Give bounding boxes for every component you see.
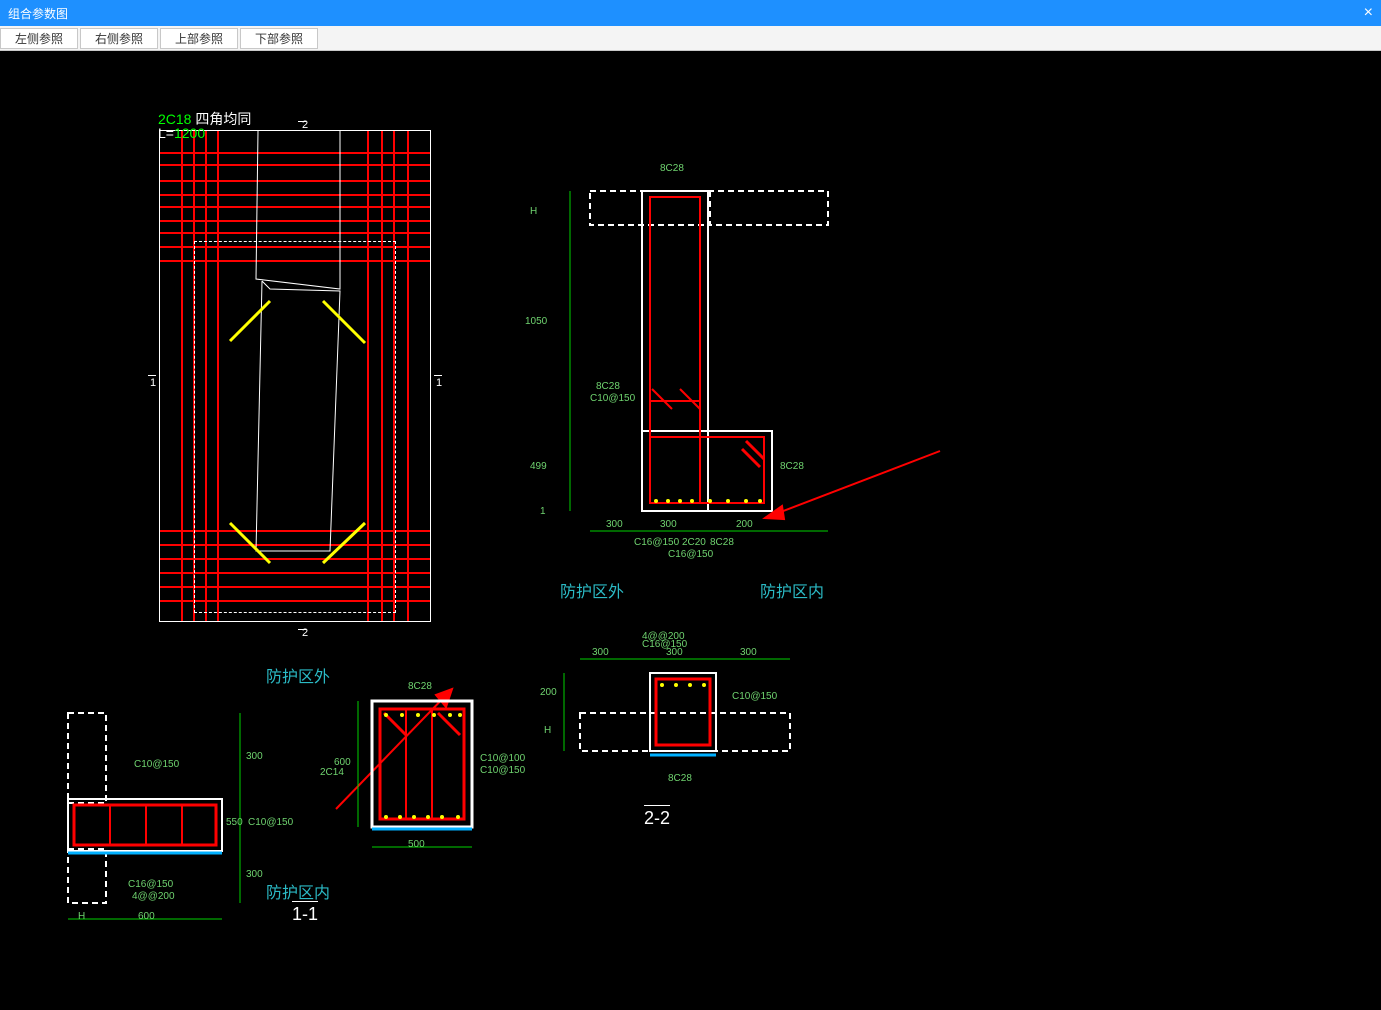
s1a-dim-600: 600 [138,911,155,922]
s22-bar-top2: C16@150 [642,639,687,650]
toolbar: 左侧参照 右侧参照 上部参照 下部参照 [0,26,1381,51]
bottom-ref-button[interactable]: 下部参照 [240,28,318,49]
s2-dim-1: 1 [540,506,546,517]
s1b-dim-500: 500 [408,839,425,850]
plan-cut-2-top: 2 [302,119,308,131]
s2-bar-r: 8C28 [780,461,804,472]
s2-bar-bot2: 8C28 [710,537,734,548]
section-1-label: 1-1 [292,901,318,925]
left-ref-button[interactable]: 左侧参照 [0,28,78,49]
s22-dim-200: 200 [540,687,557,698]
s2-bar-l1: 8C28 [596,381,620,392]
s2-dim-H: H [530,206,537,217]
s22-dim-300l: 300 [592,647,609,658]
s1a-dim-300b: 300 [246,869,263,880]
s1b-bar-top: 8C28 [408,681,432,692]
drawing-canvas: 2C18 四角均同 L=1200 2 2 1 1 [0,51,1381,1010]
s22-bar-bot: 8C28 [668,773,692,784]
close-icon[interactable]: × [1364,4,1373,22]
s1a-bar-bot2: 4@@200 [132,891,175,902]
s1a-dim-550: 550 [226,817,243,828]
s2-bar-top: 8C28 [660,163,684,174]
s1a-bar-top: C10@150 [134,759,179,770]
top-ref-button[interactable]: 上部参照 [160,28,238,49]
s2-dim-300l: 300 [606,519,623,530]
right-ref-button[interactable]: 右侧参照 [80,28,158,49]
plan-cut-1-left: 1 [150,377,156,389]
s2-bar-l2: C10@150 [590,393,635,404]
s1a-dim-H: H [78,911,85,922]
s22-dim-300r: 300 [740,647,757,658]
s1b-bar-r1: C10@100 [480,753,525,764]
label-inside-2: 防护区内 [760,578,824,602]
s1b-bar-side: 2C14 [320,767,344,778]
plan-len-prefix: L= [158,125,174,141]
s2-bar-bottom: C16@150 [668,549,713,560]
label-outside-2: 防护区外 [560,578,624,602]
s2-dim-499: 499 [530,461,547,472]
s2-dim-300c: 300 [660,519,677,530]
s1a-bar-mid: C10@150 [248,817,293,828]
s22-bar-r: C10@150 [732,691,777,702]
s2-bar-bot1: C16@150 2C20 [634,537,706,548]
label-outside-1: 防护区外 [266,663,330,687]
plan-view [160,131,430,621]
plan-len-val: 1200 [174,125,205,141]
s2-dim-1050: 1050 [525,316,547,327]
s2-dim-200: 200 [736,519,753,530]
plan-cut-2-bottom: 2 [302,627,308,639]
s1a-dim-300t: 300 [246,751,263,762]
s1b-bar-r2: C10@150 [480,765,525,776]
plan-cut-1-right: 1 [436,377,442,389]
section-2-label: 2-2 [644,805,670,829]
s22-dim-H: H [544,725,551,736]
s1a-bar-bot1: C16@150 [128,879,173,890]
window-title: 组合参数图 [8,5,68,22]
